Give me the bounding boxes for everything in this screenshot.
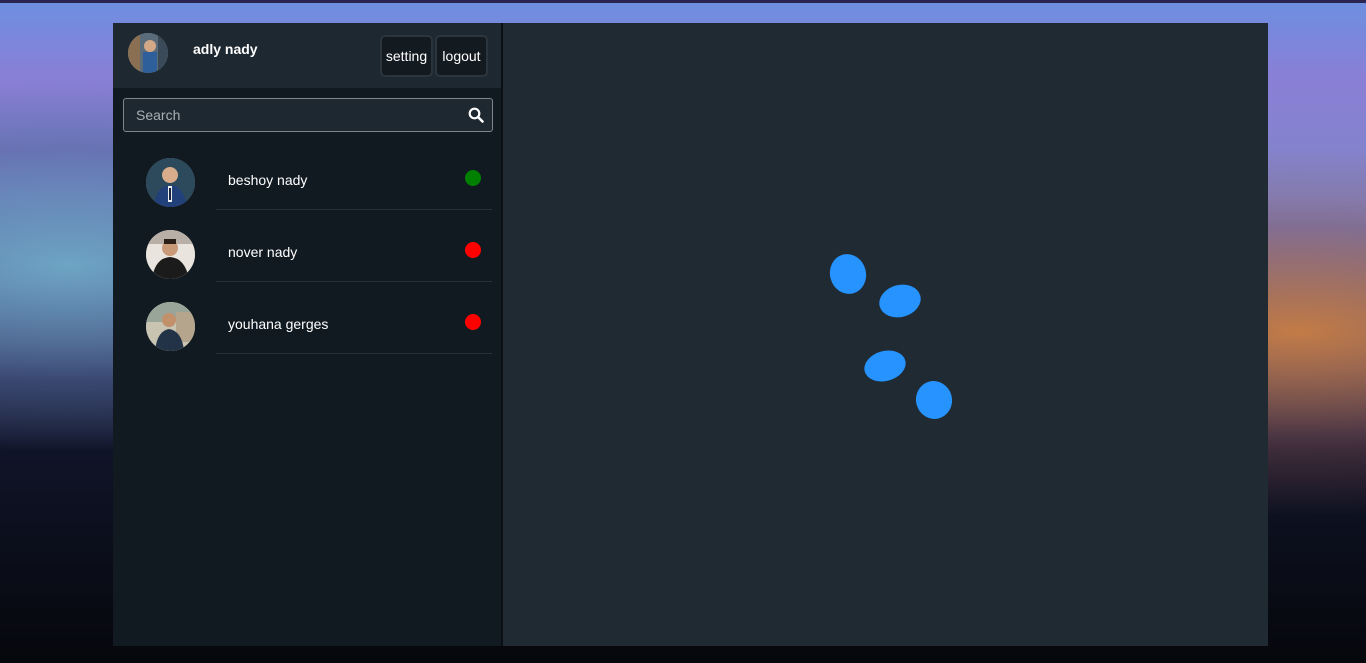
search-icon[interactable]	[468, 107, 484, 123]
desktop-top-edge	[0, 0, 1366, 3]
divider	[216, 353, 492, 354]
chat-area	[503, 23, 1268, 646]
divider	[216, 209, 492, 210]
offline-status-dot	[465, 314, 481, 330]
contact-item[interactable]: nover nady	[113, 225, 503, 297]
online-status-dot	[465, 170, 481, 186]
profile-name: adly nady	[193, 41, 258, 57]
search-box	[123, 98, 493, 132]
contact-list: beshoy nady nover nady youhana gerges	[113, 153, 503, 369]
sidebar: adly nady setting logout Search beshoy n…	[113, 23, 503, 646]
user-avatar[interactable]	[128, 33, 168, 73]
search-input[interactable]	[124, 99, 454, 131]
profile-bar: adly nady setting logout	[113, 23, 501, 88]
contact-avatar	[146, 230, 195, 279]
setting-button[interactable]: setting	[380, 35, 433, 77]
contact-name: youhana gerges	[228, 316, 329, 332]
logout-button[interactable]: logout	[435, 35, 488, 77]
divider	[216, 281, 492, 282]
contact-item[interactable]: youhana gerges	[113, 297, 503, 369]
contact-avatar	[146, 158, 195, 207]
contact-avatar	[146, 302, 195, 351]
contact-name: beshoy nady	[228, 172, 308, 188]
contact-name: nover nady	[228, 244, 298, 260]
offline-status-dot	[465, 242, 481, 258]
loading-spinner	[829, 254, 953, 419]
contact-item[interactable]: beshoy nady	[113, 153, 503, 225]
chat-app-window: adly nady setting logout Search beshoy n…	[113, 23, 1268, 646]
